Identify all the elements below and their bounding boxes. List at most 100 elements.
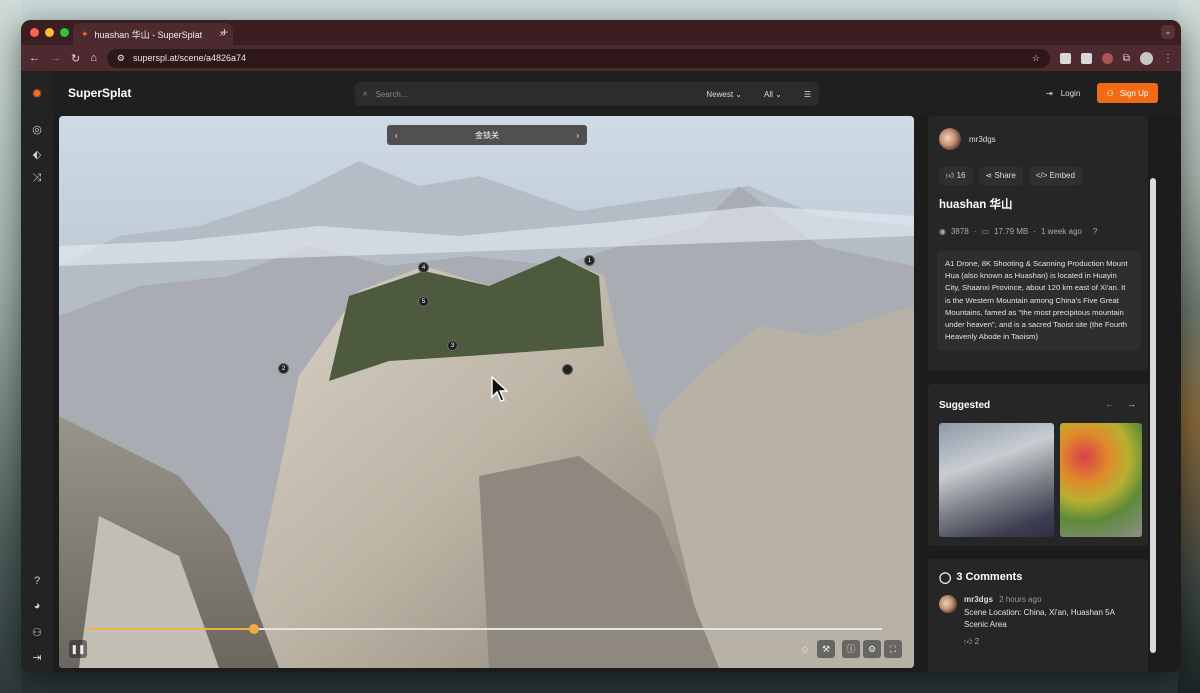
comments-heading: 3 Comments — [956, 571, 1023, 583]
settings-gear-icon[interactable]: ⚙ — [863, 640, 881, 658]
suggested-scene-thumbnail[interactable] — [939, 423, 1054, 537]
signup-button[interactable]: ⚇ Sign Up — [1097, 83, 1158, 103]
suggested-next-icon[interactable]: → — [1127, 399, 1136, 409]
effects-icon[interactable]: ⚒ — [817, 640, 835, 658]
commenter-name[interactable]: mr3dgs — [964, 595, 993, 604]
search-icon: ⌕ — [363, 89, 368, 98]
previous-view-icon[interactable]: ‹ — [395, 131, 398, 140]
scene-view-name: 金锁关 — [475, 130, 499, 140]
author-row[interactable]: mr3dgs — [939, 128, 996, 150]
pause-button[interactable]: ❚❚ — [69, 640, 87, 658]
site-info-icon[interactable]: ⚙ — [117, 53, 125, 64]
sort-dropdown[interactable]: Newest ⌄ — [706, 90, 742, 99]
share-label: Share — [994, 171, 1016, 180]
filter-options-icon[interactable]: ☰ — [804, 90, 811, 99]
search-input[interactable]: Search... — [375, 90, 407, 99]
browser-tab[interactable]: ✦ huashan 华山 - SuperSplat × — [73, 23, 233, 45]
scene-info-card: mr3dgs 👍︎ 16 ⋖ Share </> Embed huashan 华… — [928, 116, 1148, 371]
comment-text: Scene Location: China, Xi'an, Huashan 5A… — [964, 608, 1115, 629]
profile-avatar[interactable] — [1140, 51, 1153, 65]
explore-compass-icon[interactable]: ◎ — [21, 123, 53, 136]
supersplat-logo-icon[interactable]: ✹ — [21, 86, 53, 102]
splat-viewer[interactable]: ‹ 金锁关 › 4 5 3 2 1 ❚❚ ◇ ⚒ ⓘ ⚙ ⛶ — [59, 116, 914, 668]
extensions-puzzle-icon[interactable]: ⧉ — [1123, 53, 1130, 64]
browser-toolbar: ← → ↻ ⌂ ⚙ superspl.at/scene/a4826a74 ☆ ⧉… — [21, 45, 1181, 71]
comment-bubble-icon: ◯ — [939, 572, 952, 584]
annotation-marker[interactable]: 5 — [418, 296, 429, 307]
back-icon[interactable]: ← — [29, 52, 40, 64]
filter-dropdown[interactable]: All ⌄ — [764, 90, 782, 99]
annotation-marker[interactable] — [562, 364, 573, 375]
supersplat-favicon-icon: ✦ — [81, 28, 89, 39]
embed-button[interactable]: </> Embed — [1028, 167, 1082, 185]
add-user-icon[interactable]: ⚇ — [21, 626, 53, 639]
tab-search-button[interactable]: ⌄ — [1161, 25, 1175, 39]
annotations-toggle-icon[interactable]: ◇ — [796, 640, 814, 658]
scene-meta: ◉ 3878 · ▭ 17.79 MB · 1 week ago ? — [939, 227, 1097, 236]
browser-menu-icon[interactable]: ⋮ — [1163, 53, 1173, 64]
bookmark-star-icon[interactable]: ☆ — [1032, 53, 1040, 64]
home-icon[interactable]: ⌂ — [90, 52, 97, 64]
login-icon[interactable]: ⇥ — [21, 651, 53, 664]
minimize-window-button[interactable] — [45, 28, 54, 37]
forward-icon[interactable]: → — [50, 52, 61, 64]
panel-scrollbar[interactable] — [1150, 178, 1156, 653]
extension-icon[interactable] — [1080, 52, 1092, 64]
annotation-marker[interactable]: 2 — [278, 363, 289, 374]
left-nav: ✹ ◎ ⬖ ⤨ ? ◕ ⚇ ⇥ — [21, 71, 53, 672]
timeline-scrubber[interactable] — [248, 624, 259, 634]
address-bar[interactable]: ⚙ superspl.at/scene/a4826a74 ☆ — [106, 48, 1050, 68]
file-size: 17.79 MB — [994, 227, 1029, 236]
sort-label: Newest — [706, 89, 734, 99]
discord-icon[interactable]: ◕ — [21, 600, 53, 612]
share-button[interactable]: ⋖ Share — [978, 167, 1023, 185]
separator-dot: · — [1033, 227, 1036, 236]
extension-icon[interactable] — [1059, 52, 1071, 64]
annotation-marker[interactable]: 1 — [584, 255, 595, 266]
scene-description: A1 Drone, 8K Shooting & Scanning Product… — [937, 251, 1141, 351]
author-name[interactable]: mr3dgs — [969, 135, 996, 144]
annotation-marker[interactable]: 3 — [447, 340, 458, 351]
brand-title[interactable]: SuperSplat — [68, 86, 131, 100]
annotation-marker[interactable]: 4 — [418, 262, 429, 273]
comment-like-button[interactable]: 👍︎ 2 — [964, 637, 1134, 647]
suggested-scene-thumbnail[interactable] — [1060, 423, 1142, 537]
tag-icon[interactable]: ⬖ — [21, 148, 53, 161]
zoom-window-button[interactable] — [60, 28, 69, 37]
comments-header: ◯ 3 Comments — [939, 571, 1022, 584]
desktop-background-left — [0, 0, 22, 693]
playback-timeline[interactable] — [87, 624, 882, 634]
author-avatar[interactable] — [939, 128, 961, 150]
comment-item: mr3dgs 2 hours ago Scene Location: China… — [939, 595, 1134, 647]
app-header: SuperSplat ⌕ Search... Newest ⌄ All ⌄ ☰ … — [53, 71, 1181, 116]
supersplat-app: ✹ ◎ ⬖ ⤨ ? ◕ ⚇ ⇥ SuperSplat ⌕ Search... N… — [21, 71, 1181, 672]
login-arrow-icon: ⇥ — [1046, 89, 1053, 98]
extension-icon[interactable] — [1101, 52, 1113, 64]
comment-time: 2 hours ago — [999, 595, 1042, 604]
tab-title: huashan 华山 - SuperSplat — [94, 29, 203, 40]
search-bar[interactable]: ⌕ Search... Newest ⌄ All ⌄ ☰ — [355, 82, 819, 106]
suggested-card: Suggested ← → — [928, 384, 1148, 546]
new-tab-button[interactable]: + — [221, 25, 228, 39]
shuffle-icon[interactable]: ⤨ — [21, 172, 53, 185]
commenter-avatar[interactable] — [939, 595, 957, 613]
like-count: 16 — [956, 171, 966, 180]
reload-icon[interactable]: ↻ — [71, 52, 80, 65]
mouse-cursor-icon — [491, 375, 509, 402]
help-icon[interactable]: ? — [21, 575, 53, 587]
next-view-icon[interactable]: › — [576, 131, 579, 140]
url-text: superspl.at/scene/a4826a74 — [132, 53, 247, 63]
fullscreen-icon[interactable]: ⛶ — [884, 640, 902, 658]
login-button[interactable]: ⇥ Login — [1046, 89, 1080, 98]
views-icon: ◉ — [939, 227, 946, 236]
scene-navigator: ‹ 金锁关 › — [387, 125, 587, 145]
upload-age: 1 week ago — [1040, 227, 1082, 236]
separator-dot: · — [973, 227, 977, 236]
info-icon[interactable]: ⓘ — [842, 640, 860, 658]
embed-label: Embed — [1049, 171, 1075, 180]
close-window-button[interactable] — [30, 28, 39, 37]
help-icon[interactable]: ? — [1093, 227, 1097, 236]
suggested-prev-icon[interactable]: ← — [1105, 399, 1114, 409]
browser-window: ✦ huashan 华山 - SuperSplat × + ⌄ ← → ↻ ⌂ … — [21, 20, 1181, 672]
like-button[interactable]: 👍︎ 16 — [939, 167, 973, 185]
